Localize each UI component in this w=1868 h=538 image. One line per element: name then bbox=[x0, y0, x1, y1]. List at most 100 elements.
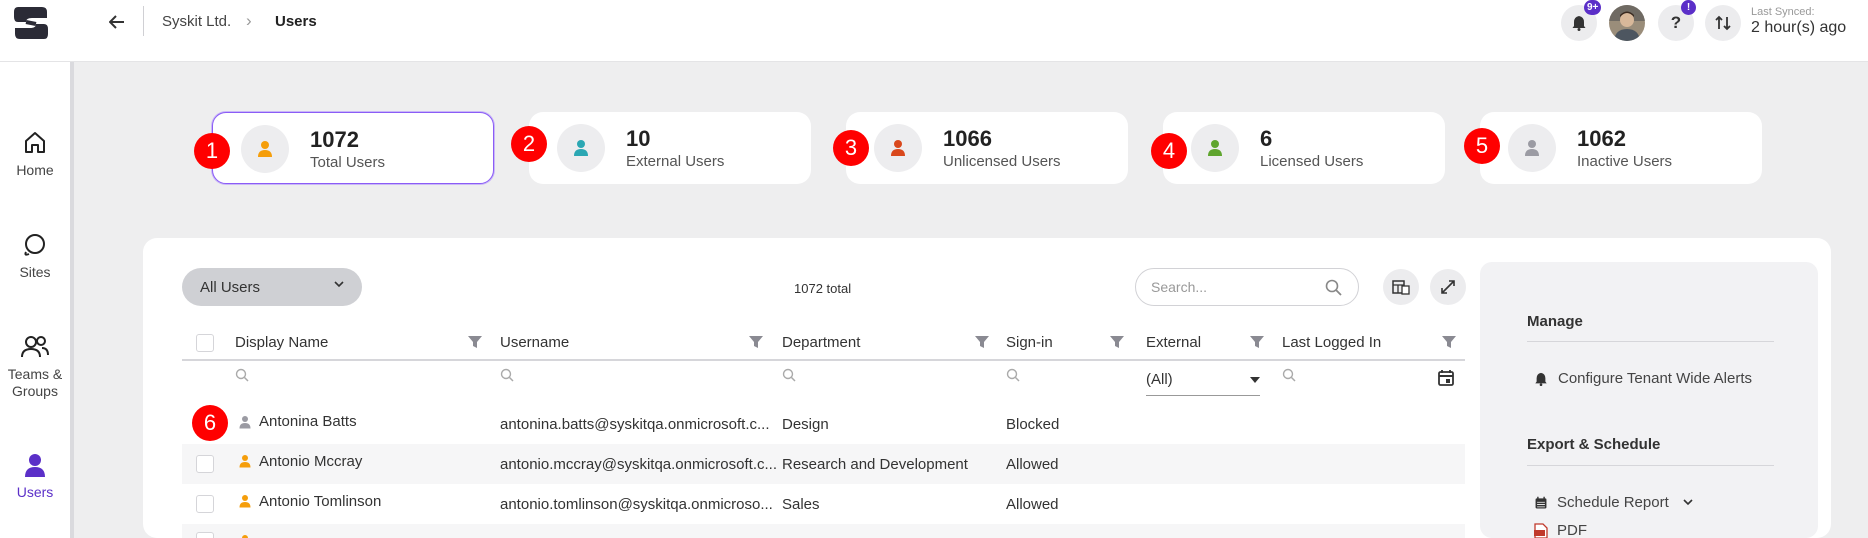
filter-icon[interactable] bbox=[974, 334, 990, 350]
column-header-sign-in[interactable]: Sign-in bbox=[1006, 334, 1053, 351]
table-row[interactable]: Antonio Tomlinson antonio.tomlinson@sysk… bbox=[182, 484, 1465, 524]
stat-label: Licensed Users bbox=[1260, 153, 1364, 170]
pdf-icon bbox=[1534, 522, 1548, 538]
sync-button[interactable] bbox=[1705, 5, 1741, 41]
user-signin: Allowed bbox=[1006, 456, 1059, 473]
user-filter-select[interactable]: All Users bbox=[182, 268, 362, 306]
table-row[interactable]: Antonina Batts antonina.batts@syskitqa.o… bbox=[182, 404, 1465, 444]
arrow-left-icon bbox=[109, 15, 124, 29]
column-header-username[interactable]: Username bbox=[500, 334, 569, 351]
caret-down-icon bbox=[1250, 377, 1260, 383]
header-divider bbox=[182, 359, 1465, 361]
search-icon[interactable] bbox=[1006, 368, 1020, 382]
filter-icon[interactable] bbox=[748, 334, 764, 350]
user-username: antonio.mccray@syskitqa.onmicrosoft.c... bbox=[500, 456, 777, 473]
user-department: Design bbox=[782, 416, 829, 433]
stat-value: 1072 bbox=[310, 127, 359, 152]
external-filter-value: (All) bbox=[1146, 371, 1173, 388]
column-header-display-name[interactable]: Display Name bbox=[235, 334, 328, 351]
annotation-marker: 3 bbox=[833, 130, 869, 166]
user-display-name[interactable]: Antonio Mccray bbox=[259, 453, 362, 470]
sidebar-item-label: Teams & Groups bbox=[7, 366, 63, 399]
configure-alerts-link[interactable]: Configure Tenant Wide Alerts bbox=[1534, 370, 1752, 387]
row-checkbox[interactable] bbox=[196, 495, 214, 513]
user-display-name[interactable]: Antonio Tomlinson bbox=[259, 493, 381, 510]
teams-icon bbox=[21, 336, 49, 358]
chevron-down-icon bbox=[1683, 499, 1693, 506]
sidebar-item-users[interactable]: Users bbox=[0, 452, 70, 501]
bell-icon bbox=[1535, 372, 1547, 386]
column-header-last-logged-in[interactable]: Last Logged In bbox=[1282, 334, 1381, 351]
back-button[interactable] bbox=[106, 11, 128, 33]
column-header-external[interactable]: External bbox=[1146, 334, 1201, 351]
column-header-department[interactable]: Department bbox=[782, 334, 860, 351]
search-icon[interactable] bbox=[1282, 368, 1296, 382]
columns-icon bbox=[1392, 280, 1410, 295]
user-department: Research and Development bbox=[782, 456, 968, 473]
calendar-icon[interactable] bbox=[1437, 369, 1455, 387]
select-all-checkbox[interactable] bbox=[196, 334, 214, 352]
user-display-name[interactable]: Antonina Batts bbox=[259, 413, 357, 430]
schedule-report-button[interactable]: Schedule Report bbox=[1534, 494, 1693, 511]
filter-icon[interactable] bbox=[467, 334, 483, 350]
breadcrumb-org[interactable]: Syskit Ltd. bbox=[162, 13, 231, 30]
expand-button[interactable] bbox=[1430, 269, 1466, 305]
user-filter-value: All Users bbox=[200, 278, 261, 296]
notifications-badge: 9+ bbox=[1584, 0, 1602, 15]
filter-icon[interactable] bbox=[1441, 334, 1457, 350]
stat-card-inactive-users[interactable]: 1062 Inactive Users bbox=[1480, 112, 1762, 184]
help-badge: ! bbox=[1681, 0, 1696, 15]
row-checkbox[interactable] bbox=[196, 455, 214, 473]
syskit-logo[interactable] bbox=[12, 5, 50, 41]
divider bbox=[143, 6, 144, 36]
search-input[interactable] bbox=[1151, 279, 1311, 295]
user-signin: Blocked bbox=[1006, 416, 1060, 433]
sidebar-item-label: Users bbox=[16, 484, 54, 500]
column-chooser-button[interactable] bbox=[1383, 269, 1419, 305]
filter-icon[interactable] bbox=[1249, 334, 1265, 350]
user-icon bbox=[557, 124, 605, 172]
stat-card-licensed-users[interactable]: 6 Licensed Users bbox=[1163, 112, 1445, 184]
search-icon[interactable] bbox=[235, 368, 249, 382]
user-icon bbox=[239, 495, 251, 508]
search-box[interactable] bbox=[1135, 268, 1359, 306]
sync-arrows-icon bbox=[1715, 15, 1731, 31]
search-icon[interactable] bbox=[500, 368, 514, 382]
stat-card-external-users[interactable]: 10 External Users bbox=[529, 112, 811, 184]
annotation-marker: 6 bbox=[192, 405, 228, 441]
calendar-icon bbox=[1535, 496, 1547, 508]
stat-card-unlicensed-users[interactable]: 1066 Unlicensed Users bbox=[846, 112, 1128, 184]
user-icon bbox=[241, 125, 289, 173]
sidebar-item-sites[interactable]: Sites bbox=[0, 232, 70, 281]
sidebar-item-teams-groups[interactable]: Teams & Groups bbox=[0, 334, 70, 400]
row-checkbox[interactable] bbox=[196, 532, 214, 538]
user-signin: Allowed bbox=[1006, 496, 1059, 513]
user-icon bbox=[239, 455, 251, 468]
stat-label: Total Users bbox=[310, 154, 386, 171]
sidebar: Home Sites Teams & Groups Users bbox=[0, 62, 74, 538]
user-department: Sales bbox=[782, 496, 820, 513]
stat-value: 1062 bbox=[1577, 126, 1626, 151]
user-icon bbox=[239, 416, 251, 429]
user-icon bbox=[874, 124, 922, 172]
stat-value: 6 bbox=[1260, 126, 1273, 151]
page-title: Users bbox=[275, 13, 317, 30]
bell-icon bbox=[1572, 16, 1586, 31]
divider bbox=[1527, 341, 1774, 342]
table-row[interactable]: Antonio Mccray antonio.mccray@syskitqa.o… bbox=[182, 444, 1465, 484]
last-synced-value: 2 hour(s) ago bbox=[1751, 19, 1847, 36]
table-row[interactable] bbox=[182, 524, 1465, 538]
external-filter-underline bbox=[1146, 395, 1260, 396]
external-filter-select[interactable]: (All) bbox=[1146, 371, 1260, 393]
stat-card-total-users[interactable]: 1072 Total Users bbox=[212, 112, 494, 184]
sidebar-item-home[interactable]: Home bbox=[0, 130, 70, 179]
search-icon[interactable] bbox=[1325, 279, 1342, 296]
avatar[interactable] bbox=[1609, 5, 1645, 41]
manage-heading: Manage bbox=[1527, 313, 1583, 330]
annotation-marker: 5 bbox=[1464, 128, 1500, 164]
search-icon[interactable] bbox=[782, 368, 796, 382]
chevron-down-icon bbox=[334, 281, 344, 288]
export-pdf-link[interactable]: PDF bbox=[1534, 522, 1587, 538]
filter-icon[interactable] bbox=[1109, 334, 1125, 350]
stat-value: 1066 bbox=[943, 126, 992, 151]
